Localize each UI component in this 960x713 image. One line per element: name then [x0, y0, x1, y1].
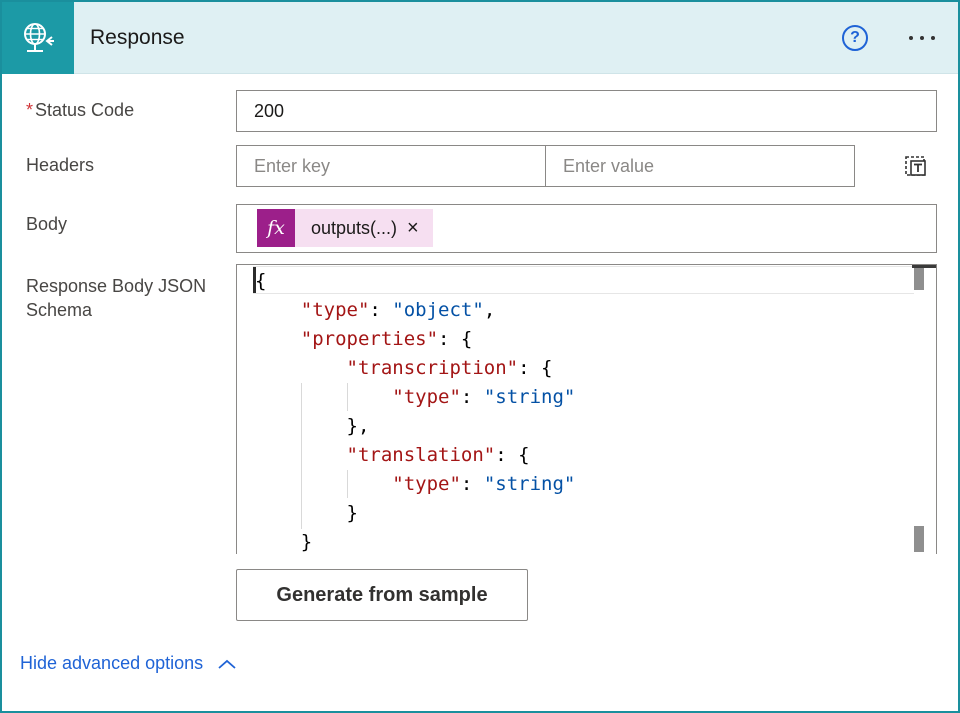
hide-advanced-options-link[interactable]: Hide advanced options [20, 653, 237, 674]
code-line: "translation": { [255, 441, 575, 470]
code-line: "type": "string" [255, 383, 575, 412]
header-key-placeholder: Enter key [254, 155, 331, 176]
json-key: "translation" [346, 444, 496, 466]
switch-to-text-mode-icon[interactable] [902, 152, 928, 178]
card-header[interactable]: Response ? [2, 2, 958, 74]
code-line: "type": "object", [255, 296, 575, 325]
expression-token[interactable]: fx outputs(...) × [257, 209, 433, 247]
schema-label-line2: Schema [26, 300, 93, 320]
generate-from-sample-button[interactable]: Generate from sample [236, 569, 528, 621]
status-code-input[interactable]: 200 [236, 90, 937, 132]
json-punct: } [346, 502, 358, 524]
header-value-placeholder: Enter value [563, 155, 655, 176]
json-punct: : { [438, 328, 473, 350]
code-line: "transcription": { [255, 354, 575, 383]
json-punct: : [460, 473, 484, 495]
json-key: "transcription" [346, 357, 519, 379]
body-input[interactable]: fx outputs(...) × [236, 204, 937, 253]
header-key-input[interactable]: Enter key [236, 145, 546, 187]
header-value-input[interactable]: Enter value [545, 145, 855, 187]
card-title: Response [90, 26, 185, 49]
json-punct: { [255, 270, 267, 292]
more-dot [931, 36, 935, 40]
code-line: { [255, 267, 575, 296]
json-punct: }, [346, 415, 370, 437]
editor-scrollbar[interactable] [914, 266, 934, 553]
status-code-label-text: Status Code [35, 100, 135, 120]
hide-advanced-options-label: Hide advanced options [20, 653, 204, 673]
code-line: "properties": { [255, 325, 575, 354]
json-key: "type" [392, 473, 461, 495]
chevron-up-icon [218, 659, 236, 669]
globe-response-icon [2, 2, 74, 74]
schema-label-line1: Response Body JSON [26, 276, 207, 296]
json-key: "type" [300, 299, 370, 321]
json-string: "object" [392, 299, 484, 321]
headers-label: Headers [26, 155, 95, 175]
body-label: Body [26, 214, 68, 234]
json-punct: : [460, 386, 484, 408]
json-punct: } [300, 531, 313, 553]
more-dot [909, 36, 913, 40]
code-line: "type": "string" [255, 470, 575, 499]
json-key: "type" [392, 386, 461, 408]
editor-scroll-thumb-bottom[interactable] [914, 526, 924, 552]
json-string: "string" [483, 386, 576, 408]
expression-token-text: outputs(...) [311, 217, 398, 238]
more-dot [920, 36, 924, 40]
json-schema-editor[interactable]: { "type": "object", "properties": { "tra… [236, 264, 937, 554]
question-circle-icon[interactable]: ? [842, 25, 868, 51]
status-code-label: * Status Code [26, 98, 134, 122]
required-asterisk: * [26, 100, 34, 120]
status-code-value: 200 [254, 100, 285, 121]
json-punct: : [369, 299, 393, 321]
json-punct: , [483, 299, 496, 321]
json-punct: : { [495, 444, 530, 466]
json-code: { "type": "object", "properties": { "tra… [255, 267, 575, 554]
schema-label: Response Body JSON Schema [26, 274, 206, 322]
more-options-icon[interactable] [902, 24, 942, 52]
json-key: "properties" [300, 328, 439, 350]
json-punct: : { [518, 357, 553, 379]
json-string: "string" [483, 473, 576, 495]
fx-icon: fx [257, 209, 295, 247]
remove-token-icon[interactable]: × [407, 218, 419, 238]
code-line: }, [255, 412, 575, 441]
response-action-card: Response ? * Status Code 200 Headers Ente… [0, 0, 960, 713]
code-line: } [255, 528, 575, 554]
editor-scroll-thumb-top[interactable] [914, 268, 924, 290]
code-line: } [255, 499, 575, 528]
